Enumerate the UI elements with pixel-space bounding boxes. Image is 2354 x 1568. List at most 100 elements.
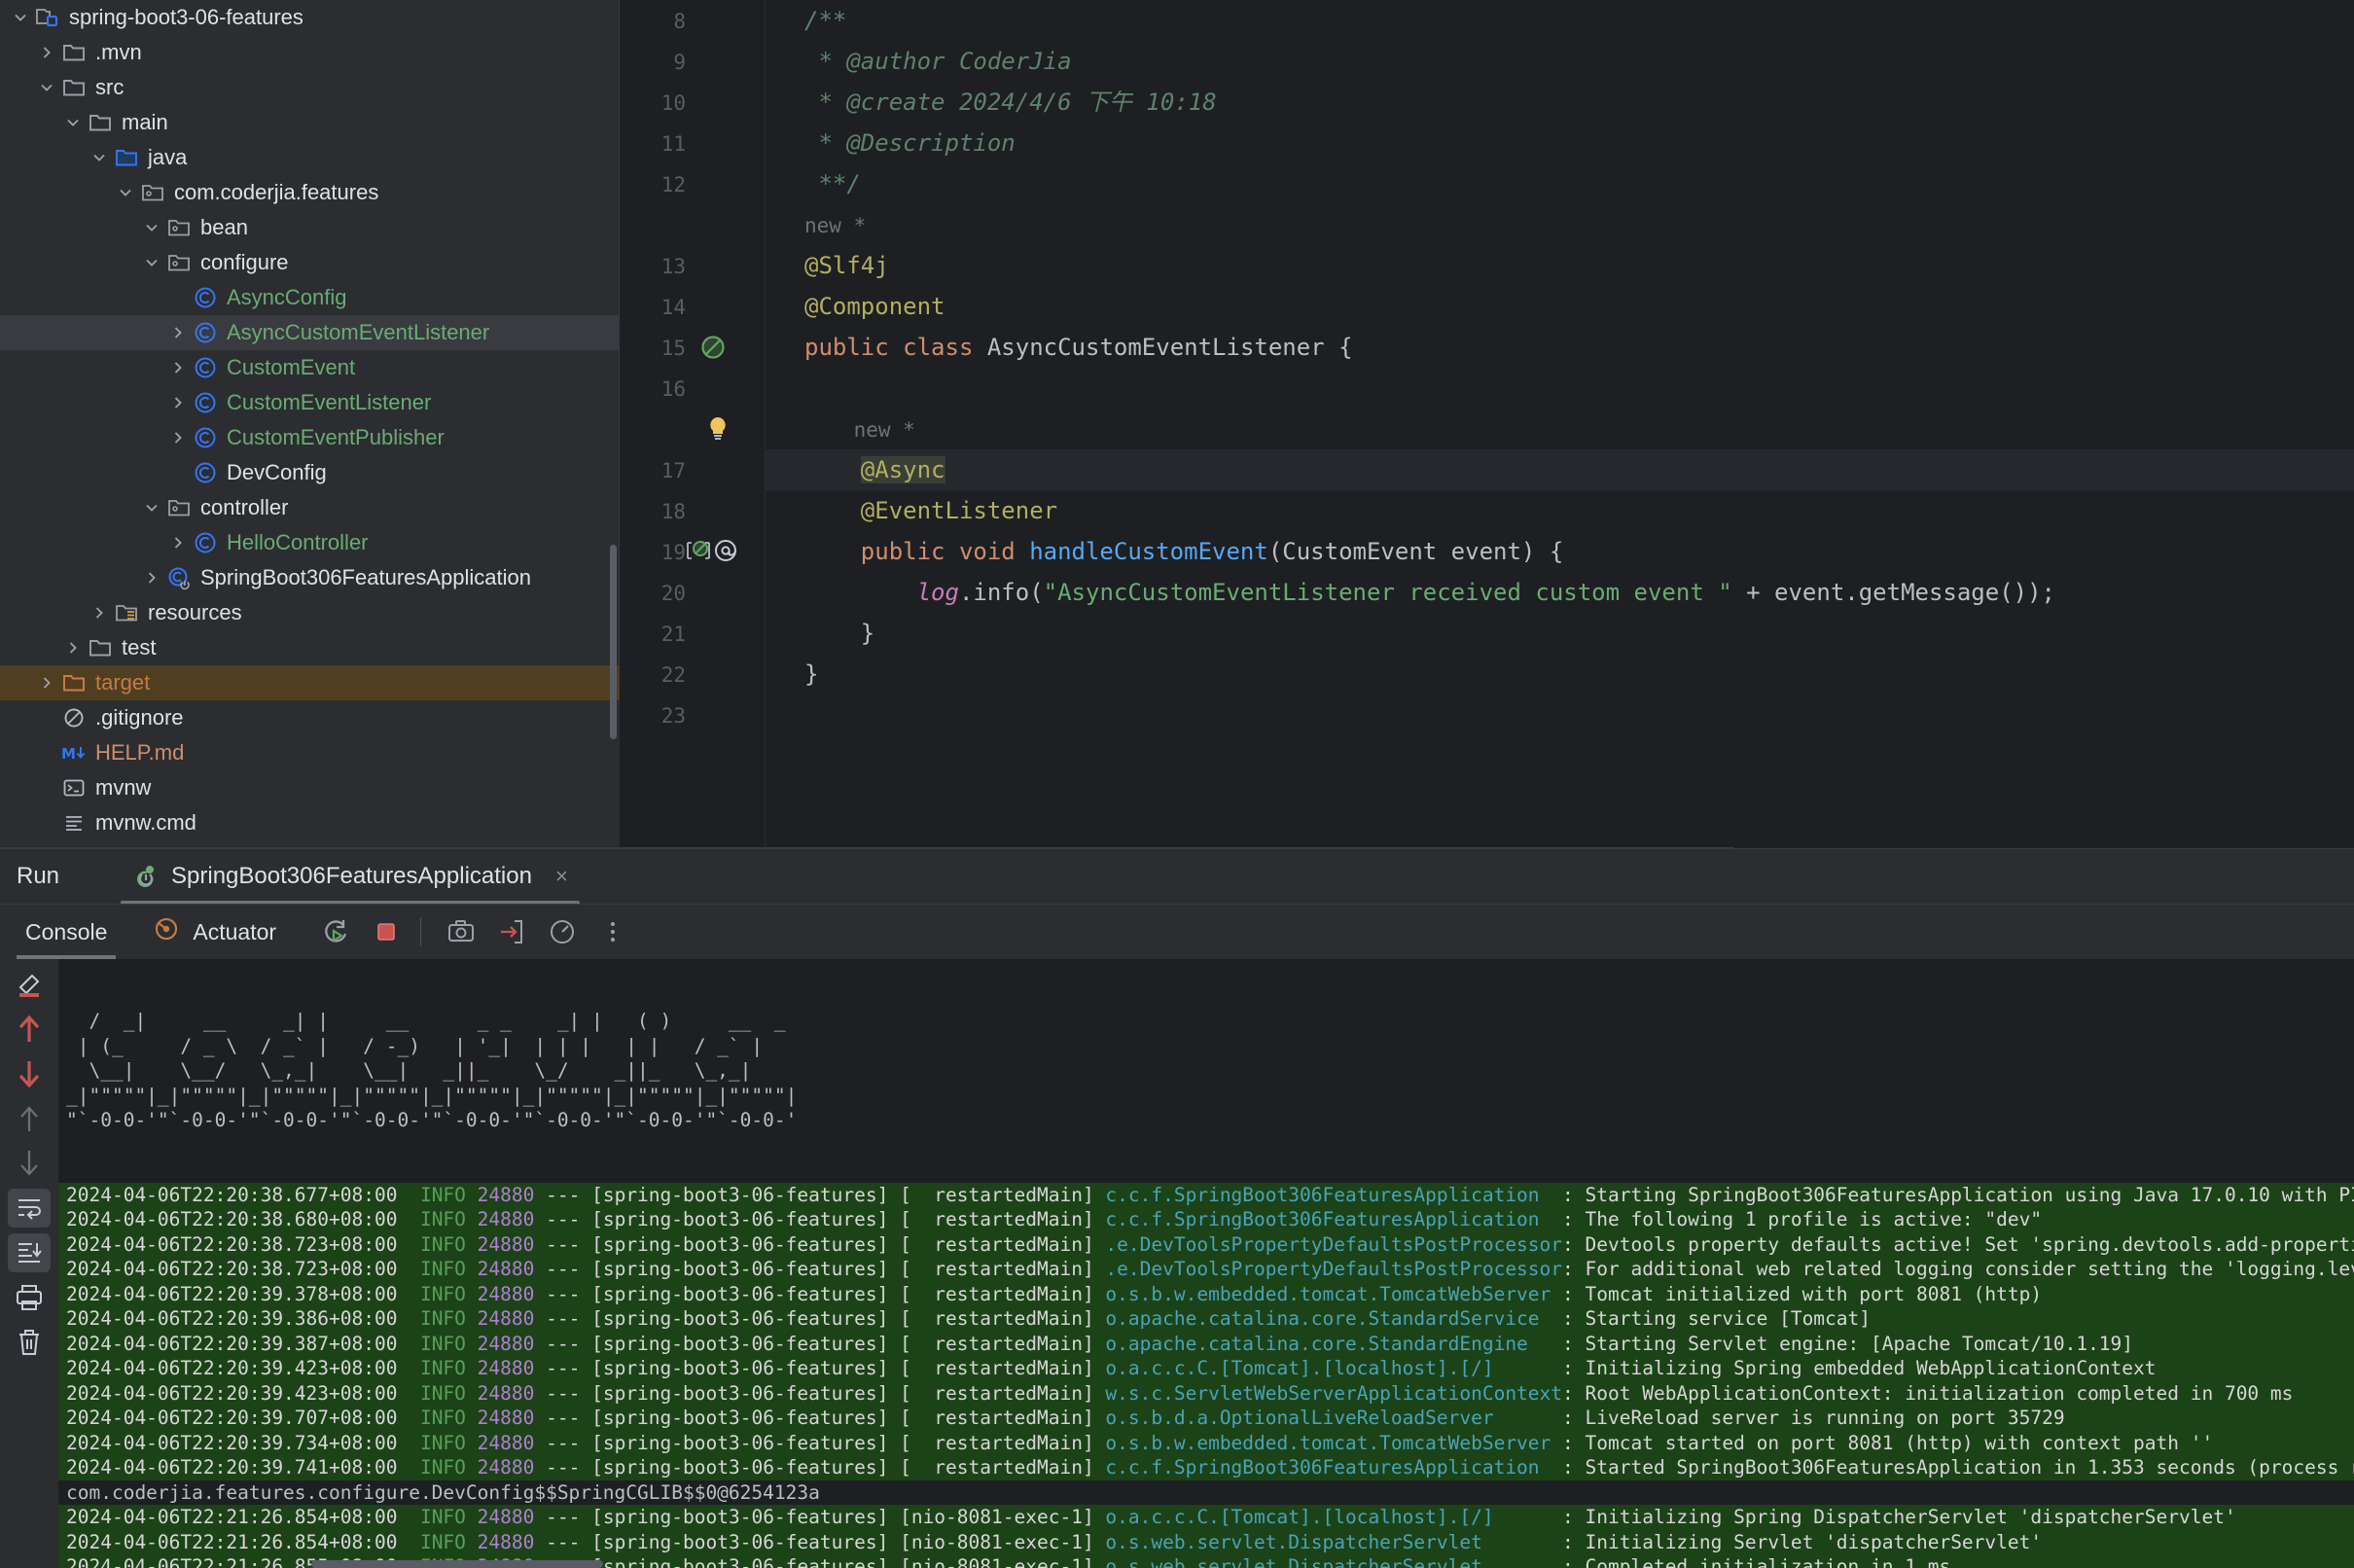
gutter-line[interactable]: 15 xyxy=(620,327,766,368)
code-line[interactable]: } xyxy=(766,654,2354,695)
console-output[interactable]: / _| __ _| | __ _ _ _| | ( ) __ _ | (_ /… xyxy=(58,959,2354,1568)
chevron-down-icon[interactable] xyxy=(60,105,86,140)
gutter-line[interactable]: 23 xyxy=(620,695,766,735)
gutter-line[interactable]: 14 xyxy=(620,286,766,327)
project-tree-scrollbar[interactable] xyxy=(610,545,617,739)
tree-item-devconfig[interactable]: DevConfig xyxy=(0,455,620,490)
chevron-down-icon[interactable] xyxy=(139,490,164,525)
gutter-line[interactable]: 11 xyxy=(620,123,766,163)
tree-item-spring-boot3-06-features[interactable]: spring-boot3-06-features xyxy=(0,0,620,35)
tree-item-gitignore[interactable]: .gitignore xyxy=(0,700,620,735)
code-line[interactable]: * @Description xyxy=(766,123,2354,163)
editor-code-area[interactable]: /** * @author CoderJia * @create 2024/4/… xyxy=(766,0,2354,848)
code-line[interactable]: public class AsyncCustomEventListener { xyxy=(766,327,2354,368)
tree-item-customeventpublisher[interactable]: CustomEventPublisher xyxy=(0,420,620,455)
tree-item-mvnw[interactable]: mvnw xyxy=(0,770,620,805)
tree-item-bean[interactable]: bean xyxy=(0,210,620,245)
chevron-right-icon[interactable] xyxy=(87,595,112,630)
gutter-line[interactable]: 16 xyxy=(620,368,766,409)
tree-item-target[interactable]: target xyxy=(0,665,620,700)
gutter-line[interactable]: 21 xyxy=(620,613,766,654)
tree-item-asynccustomeventlistener[interactable]: AsyncCustomEventListener xyxy=(0,315,620,350)
console-horizontal-scrollbar[interactable] xyxy=(58,1560,2354,1568)
code-line[interactable]: @EventListener xyxy=(766,490,2354,531)
tree-item-resources[interactable]: resources xyxy=(0,595,620,630)
intention-bulb-icon[interactable] xyxy=(705,414,731,446)
gutter-line[interactable]: 17 xyxy=(620,449,766,490)
code-line[interactable]: * @author CoderJia xyxy=(766,41,2354,82)
next-occurrence-button[interactable] xyxy=(0,1054,58,1093)
tree-item-test[interactable]: test xyxy=(0,630,620,665)
soft-wrap-button[interactable] xyxy=(0,1189,58,1228)
chevron-down-icon[interactable] xyxy=(8,0,33,35)
screenshot-button[interactable] xyxy=(439,909,483,954)
inlay-hint-line[interactable]: new * xyxy=(766,409,2354,449)
tab-actuator[interactable]: Actuator xyxy=(145,915,284,948)
tab-console[interactable]: Console xyxy=(17,905,117,959)
tree-item-mvnw-cmd[interactable]: mvnw.cmd xyxy=(0,805,620,840)
code-line[interactable]: **/ xyxy=(766,163,2354,204)
gutter-line[interactable] xyxy=(620,204,766,245)
spring-bean-annotation-gutter-icon[interactable] xyxy=(684,537,744,569)
chevron-down-icon[interactable] xyxy=(34,70,59,105)
scroll-to-end-button[interactable] xyxy=(0,1233,58,1272)
chevron-right-icon[interactable] xyxy=(165,525,191,560)
gutter-line[interactable]: 20 xyxy=(620,572,766,613)
run-configuration-tab[interactable]: SpringBoot306FeaturesApplication × xyxy=(121,848,580,905)
chevron-right-icon[interactable] xyxy=(165,350,191,385)
tree-item-springboot306featuresapplication[interactable]: SpringBoot306FeaturesApplication xyxy=(0,560,620,595)
tree-item-customeventlistener[interactable]: CustomEventListener xyxy=(0,385,620,420)
spring-bean-gutter-icon[interactable] xyxy=(699,334,727,366)
chevron-right-icon[interactable] xyxy=(34,665,59,700)
tree-item-customevent[interactable]: CustomEvent xyxy=(0,350,620,385)
chevron-right-icon[interactable] xyxy=(165,315,191,350)
run-tool-window[interactable]: Run SpringBoot306FeaturesApplication × C… xyxy=(0,848,2354,1568)
chevron-down-icon[interactable] xyxy=(139,210,164,245)
tree-item-hellocontroller[interactable]: HelloController xyxy=(0,525,620,560)
code-line[interactable]: public void handleCustomEvent(CustomEven… xyxy=(766,531,2354,572)
profiler-button[interactable] xyxy=(540,909,585,954)
code-line[interactable] xyxy=(766,695,2354,735)
rerun-button[interactable] xyxy=(313,909,358,954)
chevron-right-icon[interactable] xyxy=(34,35,59,70)
highlight-button[interactable] xyxy=(0,965,58,1004)
export-button[interactable] xyxy=(489,909,534,954)
gutter-line[interactable]: 13 xyxy=(620,245,766,286)
gutter-line[interactable]: 10 xyxy=(620,82,766,123)
editor-gutter[interactable]: 8 9 10 11 12 13 14 15 16 17 18 19 20 21 22 23 xyxy=(620,0,766,848)
print-button[interactable] xyxy=(0,1278,58,1317)
tree-item-com-coderjia-features[interactable]: com.coderjia.features xyxy=(0,175,620,210)
chevron-right-icon[interactable] xyxy=(60,630,86,665)
gutter-line[interactable]: 9 xyxy=(620,41,766,82)
tree-item-mvn[interactable]: .mvn xyxy=(0,35,620,70)
close-icon[interactable]: × xyxy=(555,864,568,889)
up-button[interactable] xyxy=(0,1099,58,1138)
clear-all-button[interactable] xyxy=(0,1323,58,1362)
code-line[interactable]: @Slf4j xyxy=(766,245,2354,286)
prev-occurrence-button[interactable] xyxy=(0,1010,58,1049)
gutter-line[interactable]: 12 xyxy=(620,163,766,204)
console-side-toolbar[interactable] xyxy=(0,959,58,1568)
gutter-line[interactable]: 22 xyxy=(620,654,766,695)
chevron-right-icon[interactable] xyxy=(139,560,164,595)
chevron-right-icon[interactable] xyxy=(165,385,191,420)
gutter-line[interactable] xyxy=(620,409,766,449)
code-line[interactable]: /** xyxy=(766,0,2354,41)
tree-item-configure[interactable]: configure xyxy=(0,245,620,280)
code-line[interactable]: @Async xyxy=(766,449,2354,490)
project-tree[interactable]: spring-boot3-06-features .mvn src main java c… xyxy=(0,0,620,848)
tree-item-help-md[interactable]: M HELP.md xyxy=(0,735,620,770)
chevron-down-icon[interactable] xyxy=(113,175,138,210)
code-line[interactable]: @Component xyxy=(766,286,2354,327)
tree-item-java[interactable]: java xyxy=(0,140,620,175)
inlay-hint-line[interactable]: new * xyxy=(766,204,2354,245)
tree-item-main[interactable]: main xyxy=(0,105,620,140)
chevron-down-icon[interactable] xyxy=(139,245,164,280)
down-button[interactable] xyxy=(0,1144,58,1183)
code-editor[interactable]: 8 9 10 11 12 13 14 15 16 17 18 19 20 21 22 23 /** * @au… xyxy=(620,0,2354,848)
project-tool-window[interactable]: spring-boot3-06-features .mvn src main java c… xyxy=(0,0,620,848)
run-toolbar[interactable]: Console Actuator xyxy=(0,905,2354,959)
gutter-line[interactable]: 8 xyxy=(620,0,766,41)
tree-item-controller[interactable]: controller xyxy=(0,490,620,525)
code-line[interactable]: log.info("AsyncCustomEventListener recei… xyxy=(766,572,2354,613)
